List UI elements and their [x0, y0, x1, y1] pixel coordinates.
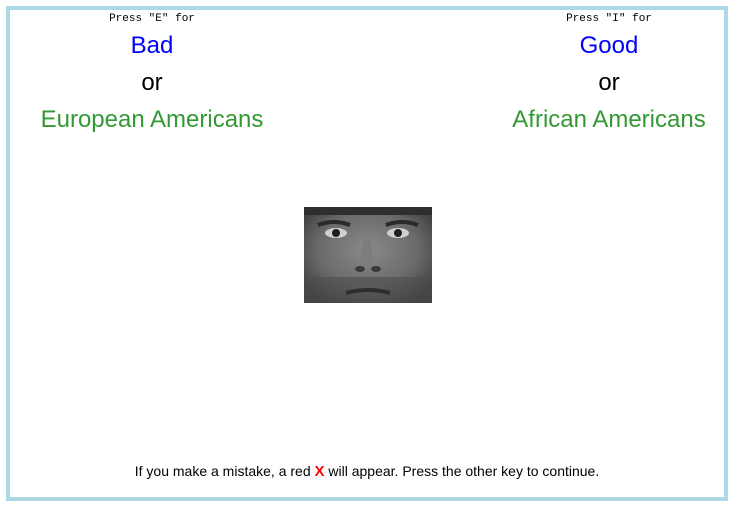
- instruction-text-end: will appear. Press the other key to cont…: [324, 463, 600, 479]
- task-frame: Press "E" for Bad or European Americans …: [6, 6, 728, 501]
- mistake-instruction: If you make a mistake, a red X will appe…: [10, 463, 724, 480]
- right-category-panel: Press "I" for Good or African Americans: [459, 10, 736, 138]
- right-group-label: African Americans: [512, 106, 706, 133]
- left-category-panel: Press "E" for Bad or European Americans: [2, 10, 302, 138]
- left-attribute-label: Bad: [130, 32, 174, 59]
- instruction-text-start: If you make a mistake, a red: [134, 463, 315, 479]
- left-key-instruction: Press "E" for: [109, 13, 195, 25]
- right-attribute-label: Good: [579, 32, 639, 59]
- right-key-instruction: Press "I" for: [566, 13, 652, 25]
- error-x-mark: X: [314, 463, 325, 480]
- face-photo-icon: [304, 207, 432, 303]
- face-stimulus-image: [304, 207, 432, 303]
- left-group-label: European Americans: [40, 106, 264, 133]
- left-connector: or: [141, 69, 163, 96]
- right-connector: or: [598, 69, 620, 96]
